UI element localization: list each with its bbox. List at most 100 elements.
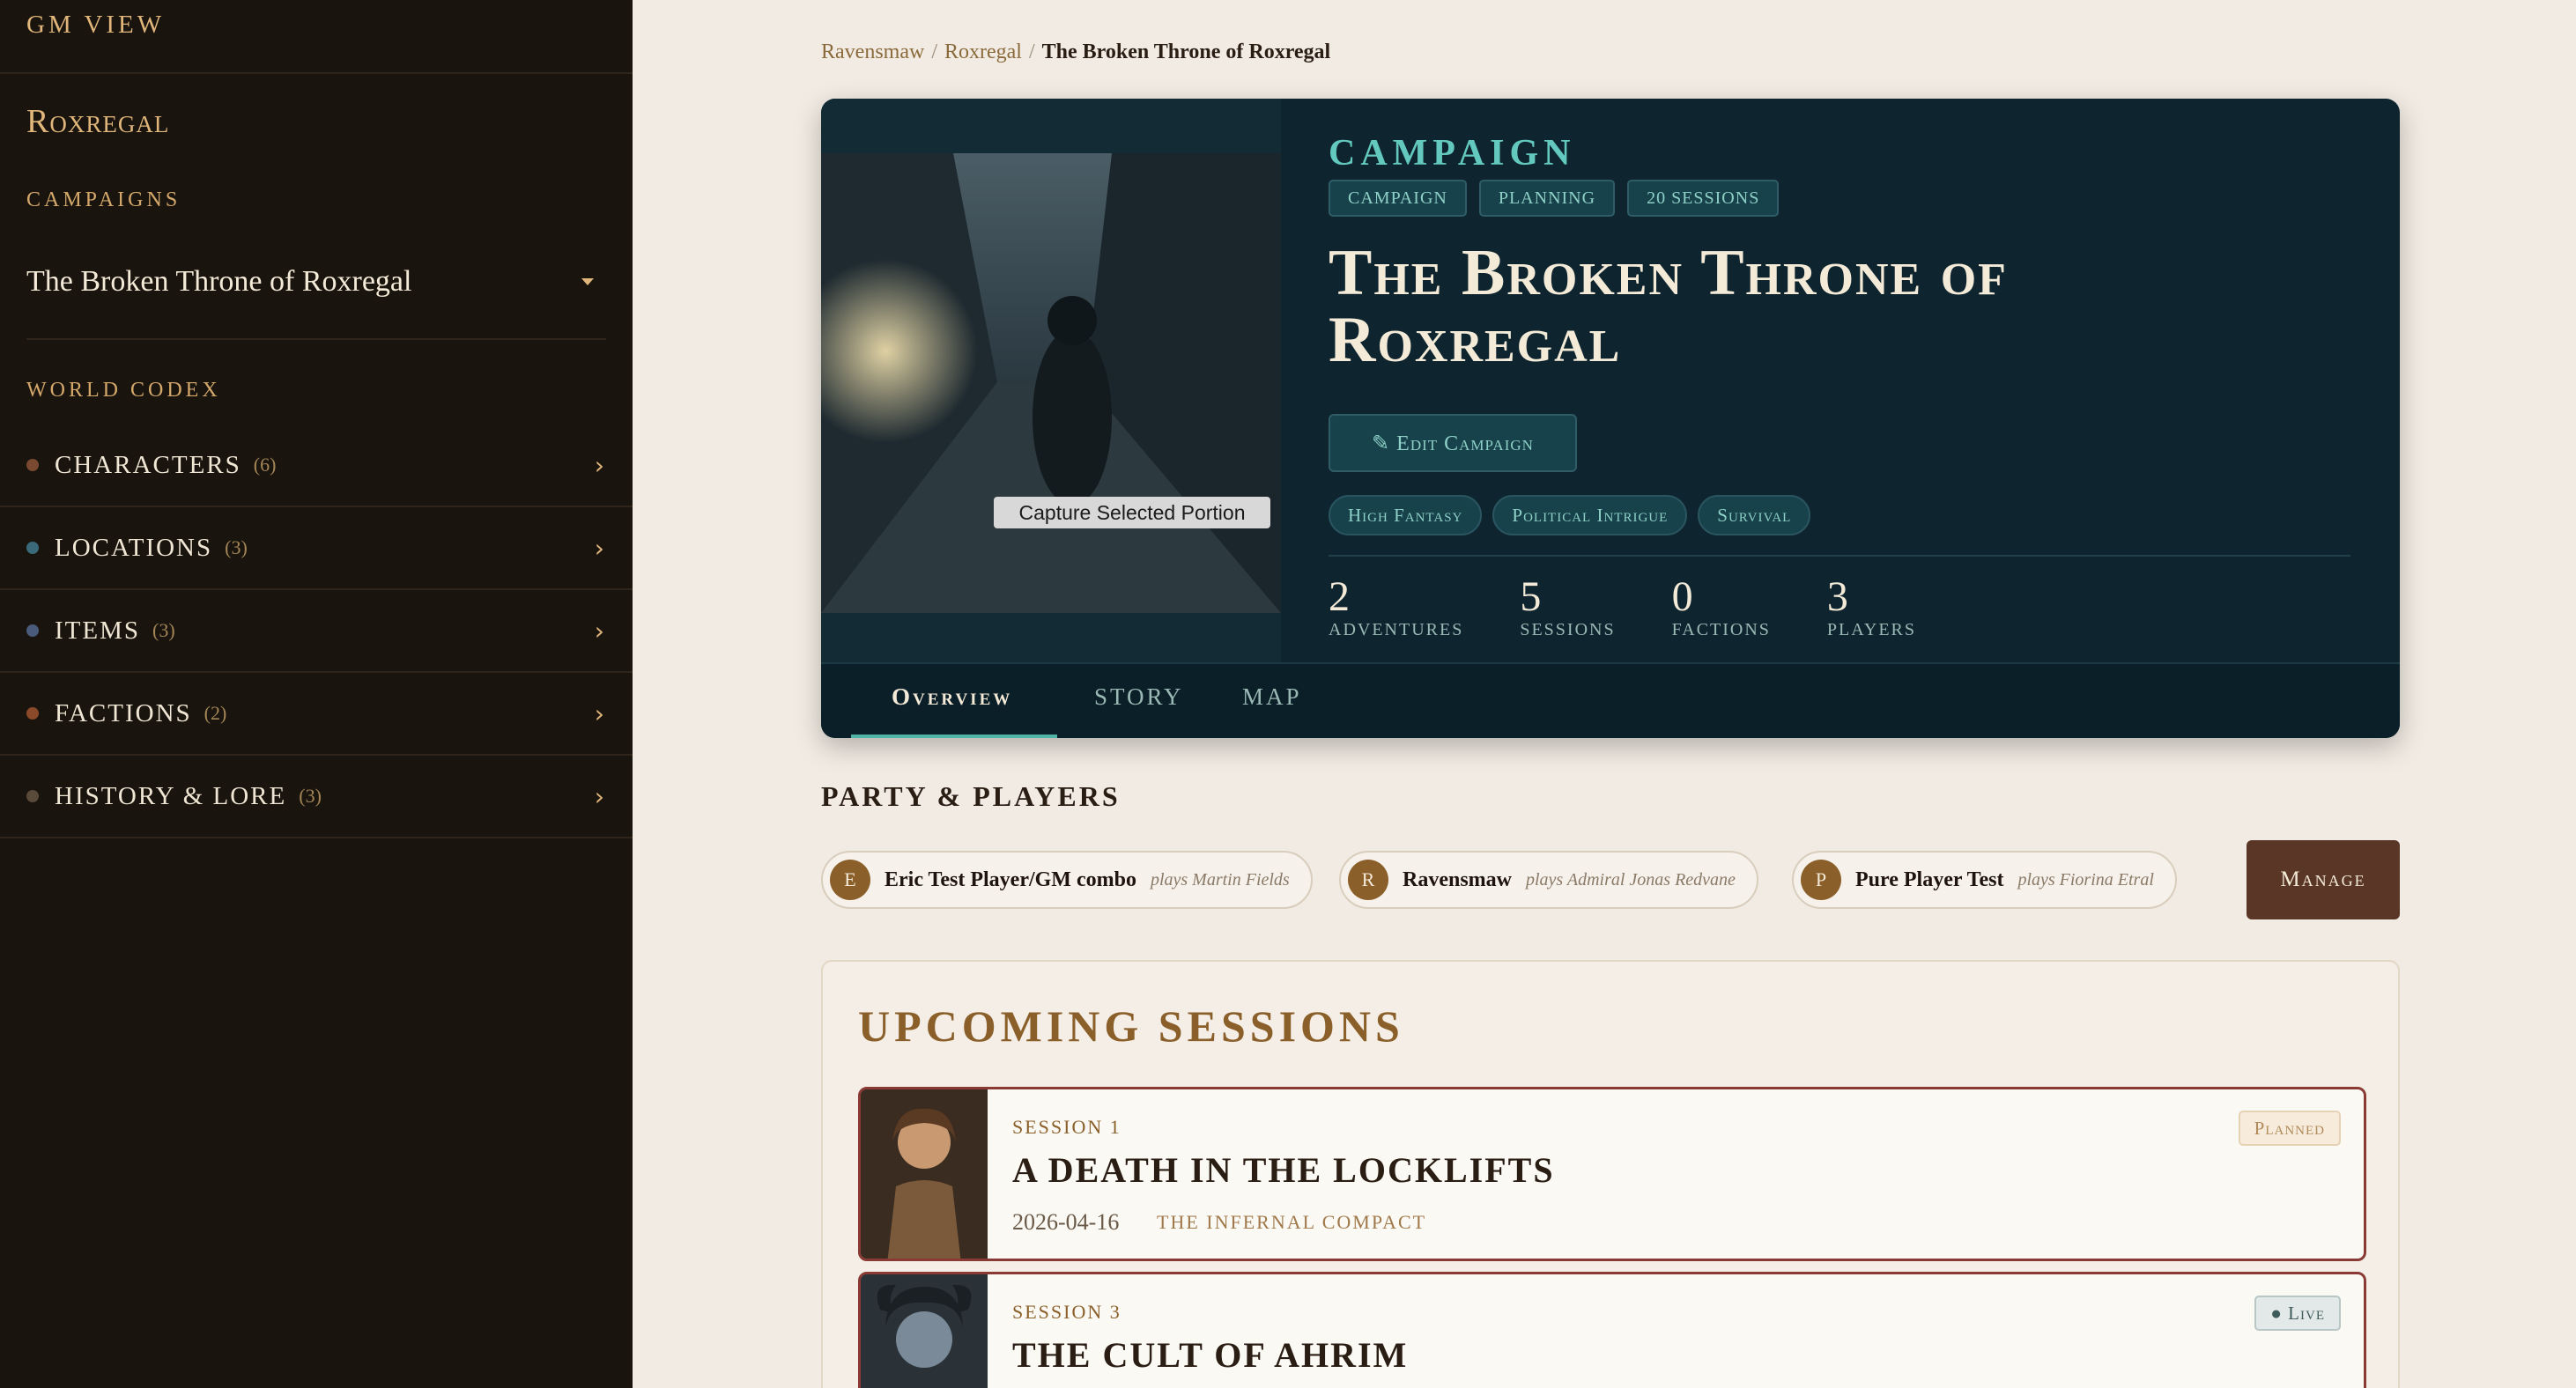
- party-title: PARTY & PLAYERS: [821, 780, 1121, 812]
- sidebar-item-label: ITEMS: [55, 616, 140, 645]
- stat-value: 0: [1671, 573, 1693, 620]
- category-dot-icon: [26, 790, 39, 802]
- stat-label: PLAYERS: [1826, 620, 1916, 639]
- active-tab-indicator: [851, 735, 1057, 738]
- breadcrumb-separator: /: [931, 41, 937, 63]
- portrait-illustration: [861, 1089, 988, 1259]
- avatar: E: [830, 860, 870, 900]
- sidebar-item-count: (3): [225, 536, 248, 558]
- campaign-hero: Capture Selected Portion CAMPAIGN CAMPAI…: [821, 99, 2400, 738]
- stat-sessions: 5 SESSIONS: [1520, 574, 1615, 640]
- sidebar-item-count: (3): [299, 785, 322, 807]
- stat-value: 3: [1826, 573, 1848, 620]
- stat-label: FACTIONS: [1671, 620, 1771, 639]
- status-chip: PLANNING: [1478, 180, 1616, 217]
- session-card[interactable]: SESSION 1 A DEATH IN THE LOCKLIFTS 2026-…: [858, 1087, 2366, 1261]
- breadcrumb-item[interactable]: Ravensmaw: [821, 41, 924, 63]
- sidebar-item-items[interactable]: ITEMS (3) ›: [0, 590, 633, 673]
- player-character: plays Fiorina Etral: [2017, 869, 2154, 890]
- stat-label: ADVENTURES: [1329, 620, 1464, 639]
- stat-value: 2: [1329, 573, 1350, 620]
- type-chip: CAMPAIGN: [1329, 180, 1467, 217]
- player-character: plays Martin Fields: [1150, 869, 1290, 890]
- session-thumbnail: [861, 1274, 988, 1388]
- sidebar-item-count: (3): [152, 619, 175, 641]
- category-dot-icon: [26, 542, 39, 554]
- player-name: Ravensmaw: [1403, 868, 1512, 891]
- sidebar-item-characters[interactable]: CHARACTERS (6) ›: [0, 425, 633, 507]
- main-content: Ravensmaw / Roxregal / The Broken Throne of …: [633, 0, 2576, 1388]
- campaign-details: CAMPAIGN CAMPAIGN PLANNING 20 SESSIONS T…: [1329, 132, 2368, 640]
- breadcrumb-separator: /: [1028, 41, 1035, 63]
- manage-party-button[interactable]: Manage: [2247, 840, 2400, 919]
- sidebar-item-label: FACTIONS: [55, 698, 192, 727]
- campaign-kicker: CAMPAIGN: [1329, 133, 1576, 174]
- player-name: Pure Player Test: [1855, 868, 2004, 891]
- sidebar: GM VIEW Roxregal CAMPAIGNS The Broken Th…: [0, 0, 633, 1388]
- divider: [1329, 555, 2350, 557]
- chevron-right-icon: ›: [594, 781, 604, 811]
- upcoming-sessions-title: UPCOMING SESSIONS: [858, 1001, 1404, 1051]
- tab-map[interactable]: MAP: [1242, 683, 1302, 711]
- sessions-chip: 20 SESSIONS: [1627, 180, 1780, 217]
- session-number: SESSION 3: [1012, 1301, 1121, 1323]
- status-badge: Planned: [2238, 1111, 2341, 1146]
- status-badge: ● Live: [2254, 1296, 2341, 1331]
- tab-overview[interactable]: Overview: [892, 683, 1012, 711]
- capture-tooltip[interactable]: Capture Selected Portion: [994, 497, 1270, 528]
- sidebar-item-count: (2): [204, 702, 227, 724]
- player-chip[interactable]: P Pure Player Test plays Fiorina Etral: [1792, 851, 2177, 909]
- genre-tags: High Fantasy Political Intrigue Survival: [1329, 495, 2368, 535]
- campaign-cover-image: Capture Selected Portion: [821, 99, 1281, 662]
- session-faction: THE INFERNAL COMPACT: [1157, 1211, 1427, 1233]
- player-chip[interactable]: R Ravensmaw plays Admiral Jonas Redvane: [1339, 851, 1758, 909]
- session-number: SESSION 1: [1012, 1116, 1121, 1138]
- campaign-chips: CAMPAIGN PLANNING 20 SESSIONS: [1329, 180, 2368, 217]
- world-codex-label: WORLD CODEX: [26, 379, 221, 402]
- genre-tag[interactable]: High Fantasy: [1329, 495, 1483, 535]
- session-thumbnail: [861, 1089, 988, 1259]
- chevron-down-icon: [581, 278, 594, 285]
- breadcrumb-current: The Broken Throne of Roxregal: [1041, 41, 1331, 63]
- chevron-right-icon: ›: [594, 616, 604, 646]
- campaign-select[interactable]: The Broken Throne of Roxregal: [26, 243, 606, 340]
- campaigns-label: CAMPAIGNS: [26, 188, 181, 211]
- sidebar-item-factions[interactable]: FACTIONS (2) ›: [0, 673, 633, 756]
- gm-view-label: GM VIEW: [0, 0, 633, 74]
- category-dot-icon: [26, 707, 39, 720]
- stat-adventures: 2 ADVENTURES: [1329, 574, 1463, 640]
- genre-tag[interactable]: Political Intrigue: [1492, 495, 1688, 535]
- world-name[interactable]: Roxregal: [0, 74, 633, 187]
- player-character: plays Admiral Jonas Redvane: [1526, 869, 1736, 890]
- session-title: A DEATH IN THE LOCKLIFTS: [1012, 1150, 1555, 1190]
- cover-illustration: [821, 153, 1281, 613]
- chevron-right-icon: ›: [594, 533, 604, 563]
- stat-value: 5: [1520, 573, 1542, 620]
- portrait-illustration: [861, 1274, 988, 1388]
- stat-factions: 0 FACTIONS: [1672, 574, 1771, 640]
- stat-label: SESSIONS: [1520, 620, 1616, 639]
- breadcrumb: Ravensmaw / Roxregal / The Broken Throne of …: [821, 41, 1330, 64]
- sidebar-item-count: (6): [253, 454, 277, 476]
- session-card[interactable]: SESSION 3 THE CULT OF AHRIM ● Live: [858, 1272, 2366, 1388]
- chevron-right-icon: ›: [594, 698, 604, 728]
- sidebar-item-label: CHARACTERS: [55, 450, 241, 479]
- player-chip[interactable]: E Eric Test Player/GM combo plays Martin…: [821, 851, 1313, 909]
- sidebar-item-locations[interactable]: LOCATIONS (3) ›: [0, 507, 633, 590]
- campaign-title: The Broken Throne of Roxregal: [1329, 237, 2008, 376]
- stat-players: 3 PLAYERS: [1827, 574, 1916, 640]
- tab-story[interactable]: STORY: [1094, 683, 1184, 711]
- player-name: Eric Test Player/GM combo: [885, 868, 1136, 891]
- sidebar-item-label: HISTORY & LORE: [55, 781, 287, 810]
- breadcrumb-item[interactable]: Roxregal: [944, 41, 1022, 63]
- selected-campaign: The Broken Throne of Roxregal: [26, 265, 412, 298]
- category-dot-icon: [26, 459, 39, 471]
- avatar: R: [1348, 860, 1388, 900]
- category-dot-icon: [26, 624, 39, 637]
- sidebar-item-history-lore[interactable]: HISTORY & LORE (3) ›: [0, 756, 633, 838]
- edit-campaign-button[interactable]: ✎ Edit Campaign: [1329, 414, 1577, 472]
- session-title: THE CULT OF AHRIM: [1012, 1335, 1409, 1375]
- genre-tag[interactable]: Survival: [1698, 495, 1811, 535]
- sidebar-item-label: LOCATIONS: [55, 533, 213, 562]
- campaign-tabs: Overview STORY MAP: [821, 662, 2400, 738]
